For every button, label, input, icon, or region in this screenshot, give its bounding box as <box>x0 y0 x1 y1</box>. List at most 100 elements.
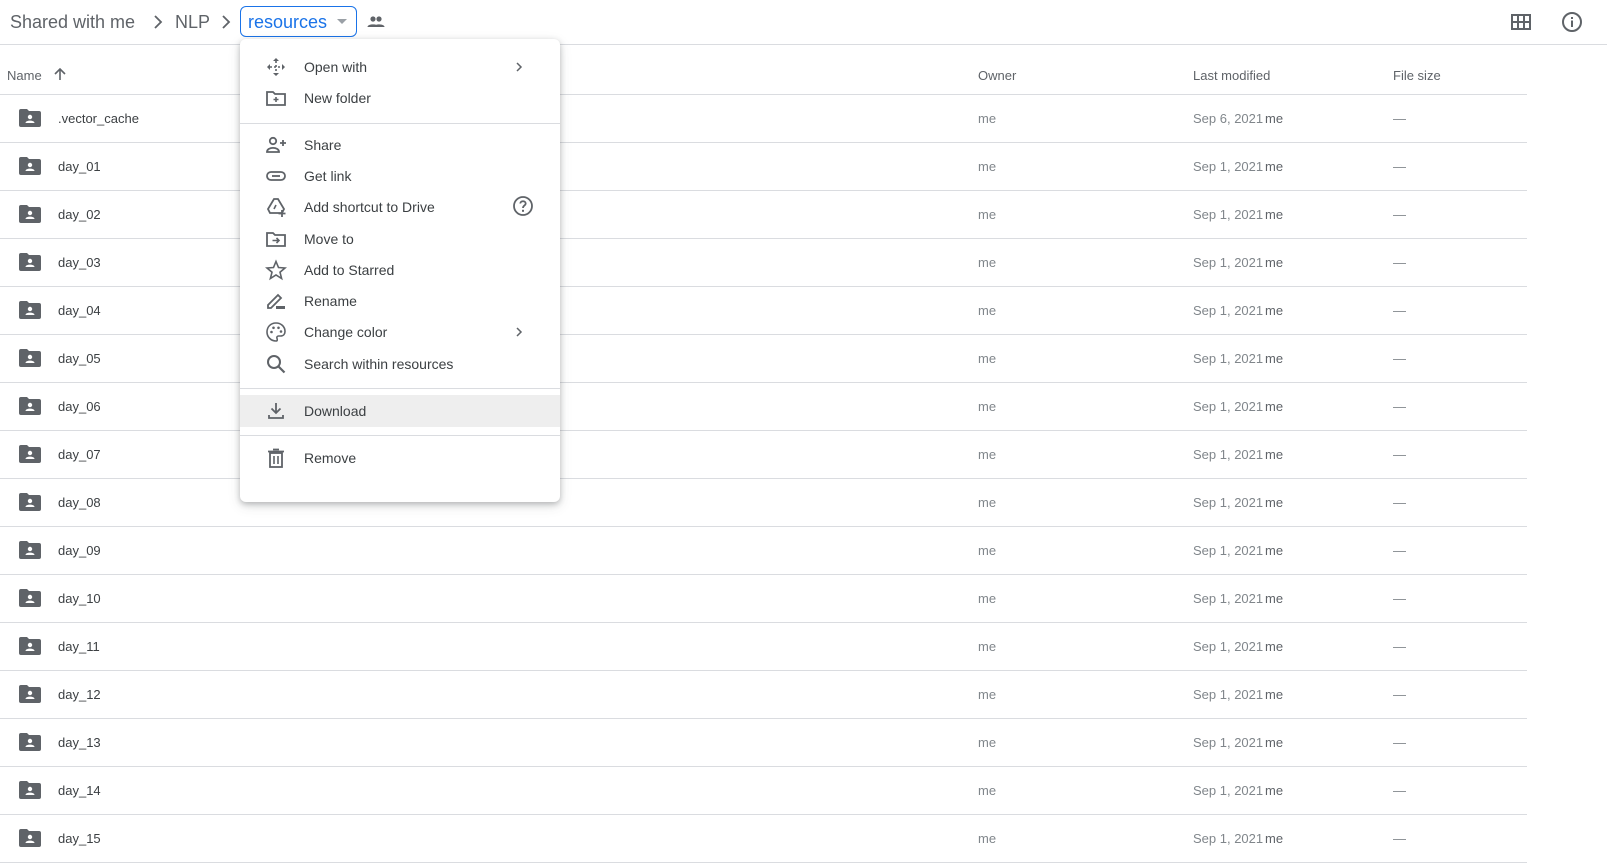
table-row[interactable]: day_11 me Sep 1, 2021 me — <box>0 623 1527 671</box>
file-name: day_15 <box>58 831 101 846</box>
grid-view-icon[interactable] <box>1509 10 1533 34</box>
file-name: day_08 <box>58 495 101 510</box>
table-row[interactable]: day_07 me Sep 1, 2021 me — <box>0 431 1527 479</box>
last-modified-by: me <box>1265 831 1284 846</box>
last-modified-date: Sep 1, 2021 <box>1193 495 1264 510</box>
help-icon[interactable] <box>512 195 534 217</box>
table-row[interactable]: day_15 me Sep 1, 2021 me — <box>0 815 1527 863</box>
file-owner: me <box>978 447 997 462</box>
chevron-right-icon <box>516 327 523 337</box>
shared-folder-icon <box>19 589 41 607</box>
file-owner: me <box>978 543 997 558</box>
menu-item-label: New folder <box>304 90 371 106</box>
file-owner: me <box>978 591 997 606</box>
table-row[interactable]: day_02 me Sep 1, 2021 me — <box>0 191 1527 239</box>
shared-folder-icon <box>19 541 41 559</box>
last-modified-date: Sep 1, 2021 <box>1193 255 1264 270</box>
file-owner: me <box>978 351 997 366</box>
column-header-last-modified[interactable]: Last modified <box>1193 68 1270 84</box>
breadcrumb-current-folder-dropdown[interactable]: resources <box>240 6 357 37</box>
table-row[interactable]: day_14 me Sep 1, 2021 me — <box>0 767 1527 815</box>
table-row[interactable]: day_03 me Sep 1, 2021 me — <box>0 239 1527 287</box>
file-name: day_06 <box>58 399 101 414</box>
menu-item-add-shortcut-to-drive[interactable]: Add shortcut to Drive <box>240 191 560 223</box>
file-size: — <box>1393 687 1406 702</box>
menu-item-search-within-resources[interactable]: Search within resources <box>240 348 560 380</box>
table-row[interactable]: day_13 me Sep 1, 2021 me — <box>0 719 1527 767</box>
last-modified-by: me <box>1265 399 1284 414</box>
table-header: Name Owner Last modified File size <box>0 46 1527 95</box>
shared-folder-icon <box>19 349 41 367</box>
menu-item-label: Remove <box>304 450 357 466</box>
breadcrumb-shared-with-me[interactable]: Shared with me <box>10 10 135 34</box>
last-modified-by: me <box>1265 495 1284 510</box>
menu-item-remove[interactable]: Remove <box>240 442 560 474</box>
menu-item-move-to[interactable]: Move to <box>240 223 560 255</box>
download-icon <box>268 403 284 419</box>
file-owner: me <box>978 159 997 174</box>
file-name: day_14 <box>58 783 101 798</box>
chevron-right-icon <box>222 15 231 29</box>
move-to-folder-icon <box>266 232 286 247</box>
add-shortcut-icon <box>266 198 286 217</box>
table-row[interactable]: day_06 me Sep 1, 2021 me — <box>0 383 1527 431</box>
shared-folder-icon[interactable] <box>367 15 385 29</box>
table-row[interactable]: day_09 me Sep 1, 2021 me — <box>0 527 1527 575</box>
menu-item-download[interactable]: Download <box>240 395 560 427</box>
star-icon <box>265 259 287 281</box>
table-row[interactable]: day_10 me Sep 1, 2021 me — <box>0 575 1527 623</box>
file-size: — <box>1393 303 1406 318</box>
menu-item-label: Change color <box>304 324 388 340</box>
breadcrumb-current-label: resources <box>248 11 328 32</box>
trash-icon <box>268 448 284 468</box>
file-owner: me <box>978 831 997 846</box>
menu-item-label: Search within resources <box>304 356 454 372</box>
table-row[interactable]: day_04 me Sep 1, 2021 me — <box>0 287 1527 335</box>
file-size: — <box>1393 735 1406 750</box>
share-person-add-icon <box>266 136 286 153</box>
last-modified-by: me <box>1265 639 1284 654</box>
last-modified-date: Sep 1, 2021 <box>1193 159 1264 174</box>
last-modified-date: Sep 1, 2021 <box>1193 447 1264 462</box>
file-owner: me <box>978 207 997 222</box>
shared-folder-icon <box>19 493 41 511</box>
menu-item-open-with[interactable]: Open with <box>240 51 560 83</box>
table-row[interactable]: .vector_cache me Sep 6, 2021 me — <box>0 95 1527 143</box>
table-row[interactable]: day_08 me Sep 1, 2021 me — <box>0 479 1527 527</box>
sort-ascending-icon[interactable] <box>52 66 68 82</box>
last-modified-by: me <box>1265 687 1284 702</box>
menu-item-change-color[interactable]: Change color <box>240 316 560 348</box>
last-modified-by: me <box>1265 735 1284 750</box>
shared-folder-icon <box>19 685 41 703</box>
menu-item-add-to-starred[interactable]: Add to Starred <box>240 254 560 286</box>
last-modified-date: Sep 1, 2021 <box>1193 591 1264 606</box>
last-modified-date: Sep 1, 2021 <box>1193 735 1264 750</box>
menu-item-get-link[interactable]: Get link <box>240 160 560 192</box>
table-row[interactable]: day_05 me Sep 1, 2021 me — <box>0 335 1527 383</box>
column-header-name[interactable]: Name <box>7 68 42 84</box>
menu-item-share[interactable]: Share <box>240 129 560 161</box>
menu-item-label: Move to <box>304 231 354 247</box>
last-modified-date: Sep 1, 2021 <box>1193 687 1264 702</box>
breadcrumb-nlp[interactable]: NLP <box>175 10 210 34</box>
info-icon[interactable] <box>1560 10 1584 34</box>
menu-item-label: Rename <box>304 293 357 309</box>
file-name: .vector_cache <box>58 111 139 126</box>
table-row[interactable]: day_01 me Sep 1, 2021 me — <box>0 143 1527 191</box>
file-size: — <box>1393 639 1406 654</box>
table-row[interactable]: day_12 me Sep 1, 2021 me — <box>0 671 1527 719</box>
shared-folder-icon <box>19 829 41 847</box>
rename-pencil-icon <box>267 293 285 309</box>
file-size: — <box>1393 159 1406 174</box>
menu-item-rename[interactable]: Rename <box>240 285 560 317</box>
file-size: — <box>1393 495 1406 510</box>
menu-item-label: Get link <box>304 168 352 184</box>
last-modified-date: Sep 6, 2021 <box>1193 111 1264 126</box>
shared-folder-icon <box>19 733 41 751</box>
file-size: — <box>1393 543 1406 558</box>
menu-item-new-folder[interactable]: New folder <box>240 82 560 114</box>
last-modified-date: Sep 1, 2021 <box>1193 783 1264 798</box>
file-name: day_04 <box>58 303 101 318</box>
last-modified-date: Sep 1, 2021 <box>1193 207 1264 222</box>
context-menu: Open with New folder Share Get link Add shor… <box>240 39 560 502</box>
